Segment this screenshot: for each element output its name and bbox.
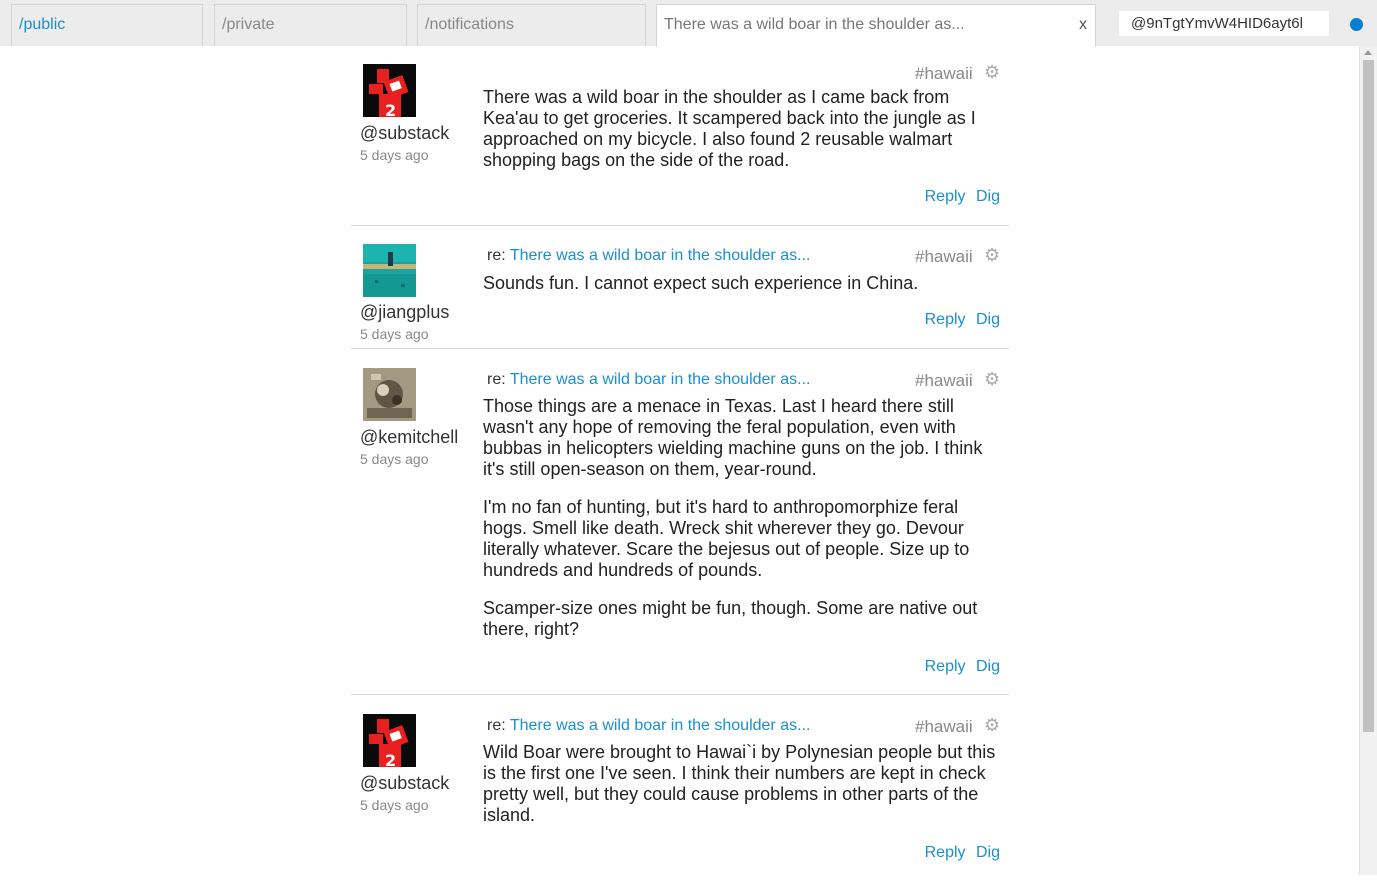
message-post: 2 @substack 5 days ago re: There was a w… [351,695,1009,885]
message-post: @kemitchell 5 days ago re: There was a w… [351,349,1009,695]
message-post: @jiangplus 5 days ago re: There was a wi… [351,226,1009,349]
post-actions: Reply Dig [919,844,1000,862]
post-paragraph: Those things are a menace in Texas. Last… [483,396,983,479]
post-channel-tag[interactable]: #hawaii [915,717,973,737]
scrollbar-thumb[interactable] [1363,60,1374,732]
tab-bar: /public /private /notifications There wa… [0,0,1377,47]
parent-thread-link[interactable]: There was a wild boar in the shoulder as… [510,717,811,734]
post-body: Sounds fun. I cannot expect such experie… [483,273,1003,294]
reply-reference: re: There was a wild boar in the shoulde… [487,717,810,735]
post-body: Wild Boar were brought to Hawai`i by Pol… [483,742,1003,826]
post-channel-tag[interactable]: #hawaii [915,247,973,267]
post-paragraph: Scamper-size ones might be fun, though. … [483,598,978,639]
post-channel-tag[interactable]: #hawaii [915,64,973,84]
post-paragraph: I'm no fan of hunting, but it's hard to … [483,497,970,580]
avatar[interactable] [363,244,416,297]
reply-reference: re: There was a wild boar in the shoulde… [487,371,810,389]
tab-thread-title: There was a wild boar in the shoulder as… [664,16,965,33]
post-body: There was a wild boar in the shoulder as… [483,87,1003,171]
close-tab-button[interactable]: x [1079,5,1087,45]
post-timestamp: 5 days ago [360,797,429,813]
post-body: Those things are a menace in Texas. Last… [483,396,1003,640]
gear-icon[interactable]: ⚙ [984,245,1000,266]
dig-button[interactable]: Dig [976,311,1000,328]
reply-reference: re: There was a wild boar in the shoulde… [487,247,810,265]
post-author[interactable]: @jiangplus [360,302,449,323]
post-paragraph: Sounds fun. I cannot expect such experie… [483,273,919,293]
reply-button[interactable]: Reply [925,311,966,328]
parent-thread-link[interactable]: There was a wild boar in the shoulder as… [510,371,811,388]
post-actions: Reply Dig [919,658,1000,676]
tab-private[interactable]: /private [214,4,407,46]
reply-button[interactable]: Reply [925,844,966,861]
avatar[interactable]: 2 [363,64,416,117]
gear-icon[interactable]: ⚙ [984,62,1000,83]
scroll-up-arrow-icon[interactable] [1364,50,1372,55]
post-timestamp: 5 days ago [360,451,429,467]
avatar[interactable] [363,368,416,421]
tab-notifications[interactable]: /notifications [417,4,646,46]
post-paragraph: Wild Boar were brought to Hawai`i by Pol… [483,742,996,825]
message-feed: 2 @substack 5 days ago #hawaii ⚙ There w… [351,46,1009,885]
post-actions: Reply Dig [919,311,1000,329]
post-author[interactable]: @substack [360,773,449,794]
post-actions: Reply Dig [919,188,1000,206]
post-author[interactable]: @kemitchell [360,427,458,448]
gear-icon[interactable]: ⚙ [984,369,1000,390]
post-paragraph: There was a wild boar in the shoulder as… [483,87,976,170]
post-author[interactable]: @substack [360,123,449,144]
gear-icon[interactable]: ⚙ [984,715,1000,736]
post-timestamp: 5 days ago [360,326,429,342]
re-label: re: [487,247,506,264]
post-timestamp: 5 days ago [360,147,429,163]
re-label: re: [487,371,506,388]
identity-input[interactable] [1119,11,1329,36]
dig-button[interactable]: Dig [976,188,1000,205]
post-channel-tag[interactable]: #hawaii [915,371,973,391]
svg-text:2: 2 [385,101,396,117]
message-post: 2 @substack 5 days ago #hawaii ⚙ There w… [351,46,1009,226]
parent-thread-link[interactable]: There was a wild boar in the shoulder as… [510,247,811,264]
dig-button[interactable]: Dig [976,658,1000,675]
status-indicator [1350,18,1363,31]
avatar[interactable]: 2 [363,714,416,767]
svg-text:2: 2 [385,751,396,767]
tab-thread[interactable]: There was a wild boar in the shoulder as… [656,4,1096,47]
tab-public[interactable]: /public [11,4,203,46]
reply-button[interactable]: Reply [925,658,966,675]
reply-button[interactable]: Reply [925,188,966,205]
dig-button[interactable]: Dig [976,844,1000,861]
re-label: re: [487,717,506,734]
scrollbar[interactable] [1359,46,1377,875]
